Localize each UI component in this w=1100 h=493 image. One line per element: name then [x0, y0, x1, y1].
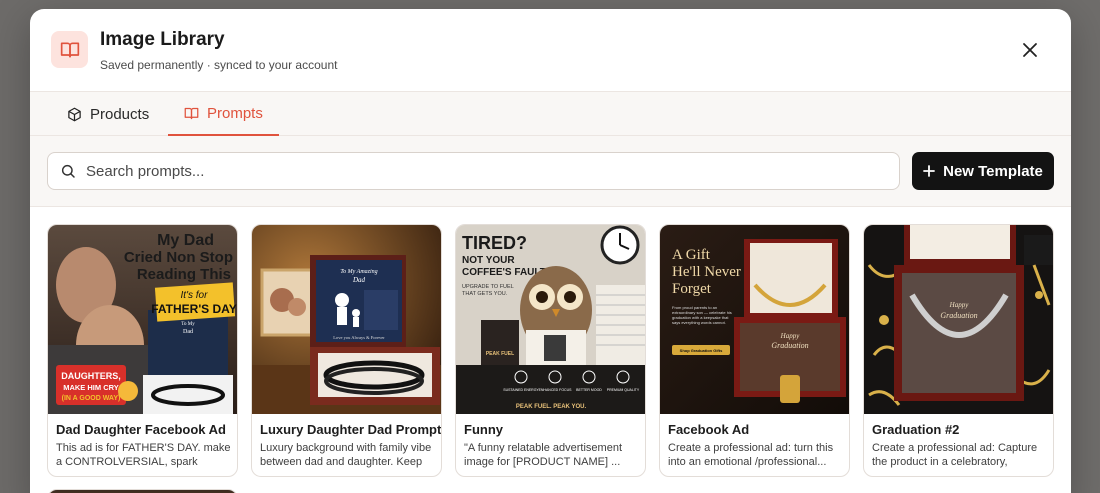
- card-message: Dad: [352, 276, 366, 284]
- package-icon: [68, 107, 81, 121]
- benefit-label: SUSTAINED ENERGY: [503, 388, 539, 392]
- ad-headline-line: Reading This: [137, 266, 231, 283]
- search-input[interactable]: [86, 162, 846, 180]
- book-open-icon: [184, 107, 199, 119]
- tab-prompts-label: Prompts: [207, 104, 263, 122]
- tab-prompts[interactable]: Prompts: [168, 92, 279, 136]
- benefit-label: BETTER MOOD: [576, 388, 602, 392]
- benefit-label: ENHANCED FOCUS: [539, 388, 573, 392]
- search-box: [47, 152, 900, 190]
- card-description: This ad is for FATHER'S DAY. make a CONT…: [56, 442, 231, 468]
- card-message: Happy: [780, 332, 801, 340]
- card-footer-text: Love you Always & Forever: [333, 335, 385, 340]
- box-text: Dad: [183, 329, 193, 335]
- box-text: To My: [181, 322, 195, 327]
- prompt-card[interactable]: A Gift He'll Never Forget From proud par…: [659, 224, 850, 477]
- new-template-button[interactable]: New Template: [912, 152, 1054, 190]
- card-thumbnail: To My Amazing Dad Love you Always & Fore…: [252, 225, 441, 414]
- ad-headline-line: My Dad: [157, 232, 214, 249]
- ad-tag-line: It's for: [181, 290, 209, 301]
- card-title: Funny: [464, 422, 503, 437]
- prompt-card[interactable]: [47, 489, 238, 493]
- prompt-card[interactable]: Happy Graduation Graduation #2 Create a …: [863, 224, 1054, 477]
- card-description: Luxury background with family vibe betwe…: [260, 442, 432, 468]
- toolbar: New Template: [30, 136, 1071, 207]
- ad-badge-line: (IN A GOOD WAY): [62, 395, 121, 402]
- card-thumbnail: A Gift He'll Never Forget From proud par…: [660, 225, 849, 414]
- prompt-card[interactable]: TIRED? NOT YOUR COFFEE'S FAULT. UPGRADE …: [455, 224, 646, 477]
- image-library-modal: Image Library Saved permanently · synced…: [30, 9, 1071, 493]
- modal-backdrop[interactable]: [0, 0, 30, 493]
- card-title: Luxury Daughter Dad Prompt: [260, 422, 442, 437]
- card-description: Create a professional ad: turn this into…: [668, 442, 834, 468]
- card-title: Graduation #2: [872, 422, 960, 437]
- card-title: Facebook Ad: [668, 422, 750, 437]
- new-template-label: New Template: [943, 162, 1043, 180]
- close-icon: [1023, 43, 1037, 57]
- card-message: Graduation: [940, 311, 977, 320]
- card-title: Dad Daughter Facebook Ad: [56, 422, 226, 437]
- ad-headline-line: NOT YOUR: [462, 255, 515, 266]
- product-name: PEAK FUEL: [486, 351, 514, 357]
- card-thumbnail: TIRED? NOT YOUR COFFEE'S FAULT. UPGRADE …: [456, 225, 645, 414]
- ad-headline-line: TIRED?: [462, 233, 527, 253]
- card-thumbnail: My Dad Cried Non Stop Reading This It's …: [48, 225, 237, 414]
- card-message: Happy: [949, 301, 970, 309]
- ad-badge-line: MAKE HIM CRY: [63, 383, 119, 392]
- ad-tag-line: FATHER'S DAY: [151, 302, 237, 316]
- tab-bar: Products Prompts: [30, 92, 1071, 136]
- card-message: Graduation: [771, 341, 808, 350]
- ad-headline-line: He'll Never: [672, 264, 741, 280]
- benefit-label: PREMIUM QUALITY: [607, 388, 640, 392]
- ad-badge-line: DAUGHTERS,: [61, 371, 121, 381]
- ad-headline-line: Cried Non Stop: [124, 249, 233, 266]
- modal-subtitle: Saved permanently · synced to your accou…: [100, 58, 338, 72]
- ad-headline-line: A Gift: [672, 247, 711, 263]
- ad-footer: PEAK FUEL. PEAK YOU.: [516, 404, 587, 410]
- ad-cta: Shop Graduation Gifts: [680, 348, 723, 353]
- ad-body: From proud parents to an extraordinary s…: [672, 305, 732, 325]
- ad-subline: THAT GETS YOU.: [462, 291, 508, 297]
- tab-products-label: Products: [90, 105, 150, 123]
- book-open-icon: [51, 31, 88, 68]
- tab-products[interactable]: Products: [67, 92, 149, 136]
- search-icon: [61, 164, 75, 178]
- close-button[interactable]: [1018, 38, 1042, 62]
- card-thumbnail: Happy Graduation: [864, 225, 1053, 414]
- plus-icon: [923, 165, 936, 177]
- modal-title: Image Library: [100, 29, 225, 50]
- card-description: "A funny relatable advertisement image f…: [464, 442, 622, 468]
- ad-headline-line: Forget: [672, 281, 712, 297]
- modal-header: Image Library Saved permanently · synced…: [30, 9, 1071, 92]
- ad-subline: UPGRADE TO FUEL: [462, 284, 514, 290]
- prompt-card[interactable]: My Dad Cried Non Stop Reading This It's …: [47, 224, 238, 477]
- card-message: To My Amazing: [340, 269, 377, 275]
- prompt-card[interactable]: To My Amazing Dad Love you Always & Fore…: [251, 224, 442, 477]
- card-description: Create a professional ad: Capture the pr…: [872, 442, 1038, 468]
